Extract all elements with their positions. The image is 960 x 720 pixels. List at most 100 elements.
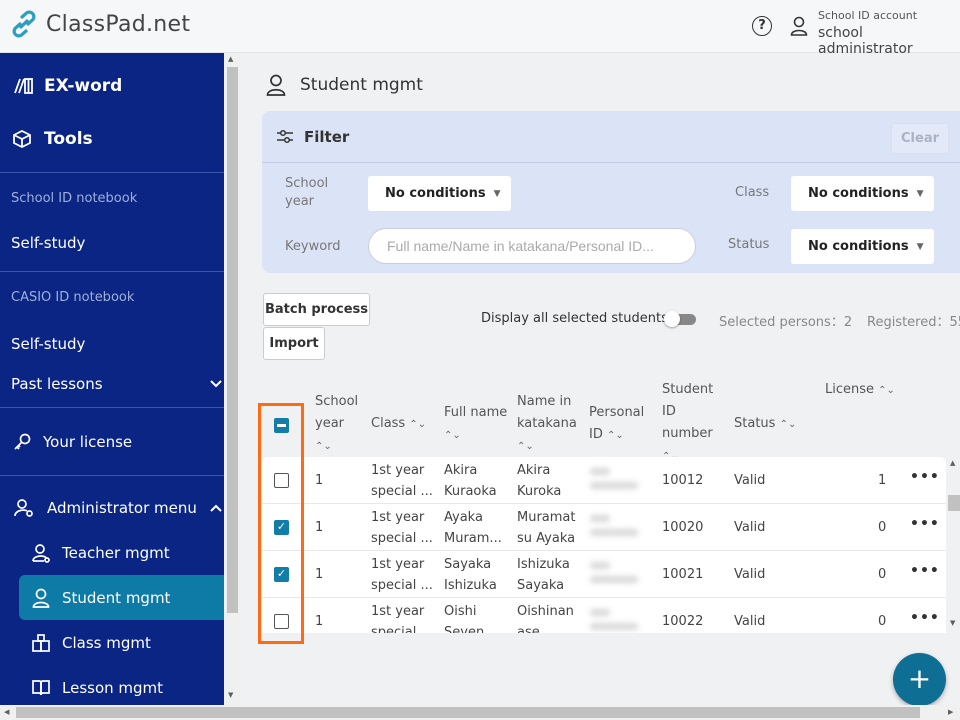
cell-status: Valid (734, 520, 766, 535)
table-row[interactable]: ✓ 1 1st year special ... Ayaka Muram... Mu… (262, 504, 946, 551)
row-menu-icon[interactable]: ••• (910, 469, 940, 485)
logo[interactable]: ClassPad.net (10, 10, 190, 38)
batch-process-button[interactable]: Batch process (263, 293, 370, 326)
class-select[interactable]: No conditions ▼ (791, 176, 934, 211)
cell-katakana: Akira Kuroka (517, 463, 562, 499)
scrollbar-thumb[interactable] (948, 495, 960, 511)
class-label: Class (735, 185, 770, 200)
filter-header[interactable]: Filter Clear (262, 111, 960, 163)
table-row[interactable]: 1 1st year special ... Oishi Seven Oishina… (262, 598, 946, 633)
column-header-school-year[interactable]: School year ⌃⌄ (315, 391, 365, 458)
table-row[interactable]: 1 1st year special ... Akira Kuraoka Akira… (262, 457, 946, 504)
column-header-license[interactable]: License ⌃⌄ (825, 379, 895, 402)
cell-personal-id-redacted (590, 562, 638, 590)
school-year-label: School year (285, 176, 329, 209)
book-icon (32, 680, 50, 696)
table-scrollbar[interactable]: ▲ ▼ (946, 457, 960, 633)
cell-class: 1st year special ... (371, 510, 433, 546)
sidebar-item-class-mgmt[interactable]: Class mgmt (0, 630, 224, 656)
sidebar-item-label: Administrator menu (47, 499, 197, 517)
cell-personal-id-redacted (590, 515, 638, 543)
cell-student-id: 10012 (662, 473, 704, 488)
classpad-logo-icon (12, 10, 36, 38)
school-year-value: No conditions (385, 186, 486, 201)
scroll-left-arrow-icon[interactable]: ◀ (4, 708, 9, 716)
sidebar-item-administrator-menu[interactable]: Administrator menu (0, 495, 224, 521)
sidebar-item-self-study-school[interactable]: Self-study (0, 231, 224, 255)
sort-icon: ⌃⌄ (409, 419, 427, 430)
page-title-text: Student mgmt (300, 75, 423, 95)
column-header-class[interactable]: Class ⌃⌄ (371, 413, 426, 436)
sidebar-item-label: Tools (44, 129, 93, 149)
dictionary-icon (14, 78, 33, 94)
select-all-checkbox[interactable] (274, 418, 289, 433)
sidebar-item-self-study-casio[interactable]: Self-study (0, 332, 224, 356)
divider (0, 407, 224, 408)
sidebar-item-tools[interactable]: Tools (0, 124, 224, 154)
row-checkbox[interactable]: ✓ (274, 567, 289, 582)
tools-box-icon (13, 129, 31, 149)
cell-license: 0 (878, 567, 887, 582)
import-button[interactable]: Import (263, 327, 325, 360)
account-icon[interactable] (790, 16, 808, 36)
cell-status: Valid (734, 567, 766, 582)
registered-count: Registered：55 (867, 315, 960, 330)
student-table: 1 1st year special ... Akira Kuraoka Akira… (262, 457, 946, 633)
sidebar-item-teacher-mgmt[interactable]: Teacher mgmt (0, 540, 224, 566)
keyword-input[interactable] (368, 228, 696, 264)
school-year-select[interactable]: No conditions ▼ (368, 176, 511, 211)
cell-katakana: Muramat su Ayaka (517, 510, 576, 546)
column-header-name-in-katakana[interactable]: Name in katakana ⌃⌄ (517, 391, 579, 458)
horizontal-scrollbar[interactable]: ◀ ▶ (0, 705, 960, 720)
status-value: No conditions (808, 239, 909, 254)
status-select[interactable]: No conditions ▼ (791, 229, 934, 264)
column-header-student-id-number[interactable]: Student ID number⌃⌄ (662, 379, 720, 468)
dropdown-caret-icon: ▼ (916, 188, 924, 199)
row-menu-icon[interactable]: ••• (910, 610, 940, 626)
cell-katakana: Ishizuka Sayaka (517, 557, 570, 593)
scrollbar-thumb[interactable] (16, 707, 920, 718)
class-value: No conditions (808, 186, 909, 201)
sidebar-item-lesson-mgmt[interactable]: Lesson mgmt (0, 675, 224, 701)
row-checkbox[interactable] (274, 614, 289, 629)
row-checkbox[interactable] (274, 473, 289, 488)
teacher-icon (32, 544, 50, 563)
sidebar-item-past-lessons[interactable]: Past lessons (0, 372, 224, 396)
row-menu-icon[interactable]: ••• (910, 563, 940, 579)
row-menu-icon[interactable]: ••• (910, 516, 940, 532)
user-icon (266, 74, 286, 96)
sidebar-item-ex-word[interactable]: EX-word (0, 71, 224, 101)
add-student-button[interactable]: + (893, 653, 946, 706)
cell-student-id: 10022 (662, 614, 704, 629)
top-bar: ClassPad.net ? School ID account school … (0, 0, 960, 57)
row-checkbox[interactable]: ✓ (274, 520, 289, 535)
sidebar-item-your-license[interactable]: Your license (0, 429, 224, 455)
table-row[interactable]: ✓ 1 1st year special ... Sayaka Ishizuka I… (262, 551, 946, 598)
column-header-status[interactable]: Status ⌃⌄ (734, 413, 796, 436)
help-icon[interactable]: ? (752, 16, 772, 36)
sidebar: EX-word Tools School ID notebook Self-st… (0, 53, 224, 705)
scrollbar-thumb[interactable] (227, 67, 238, 613)
dropdown-caret-icon: ▼ (916, 241, 924, 252)
cell-school-year: 1 (315, 567, 324, 582)
display-selected-toggle[interactable] (664, 311, 696, 327)
scroll-right-arrow-icon[interactable]: ▶ (948, 708, 953, 716)
scroll-up-arrow-icon[interactable]: ▲ (228, 55, 233, 63)
sidebar-scrollbar[interactable]: ▲ ▼ (224, 53, 240, 705)
chevron-down-icon[interactable] (210, 380, 222, 388)
sidebar-item-student-mgmt[interactable]: Student mgmt (0, 585, 224, 611)
column-header-personal-id[interactable]: Personal ID ⌃⌄ (589, 402, 649, 447)
scroll-down-arrow-icon[interactable]: ▼ (228, 691, 233, 699)
cell-full-name: Akira Kuraoka (444, 463, 497, 499)
sidebar-item-label: Class mgmt (62, 634, 151, 652)
clear-button[interactable]: Clear (891, 123, 949, 154)
cell-class: 1st year special ... (371, 557, 433, 593)
account-name[interactable]: school administrator (818, 25, 960, 57)
column-header-full-name[interactable]: Full name ⌃⌄ (444, 402, 510, 447)
scroll-up-arrow-icon[interactable]: ▲ (950, 459, 955, 467)
chevron-up-icon[interactable] (210, 504, 222, 512)
scroll-down-arrow-icon[interactable]: ▼ (950, 619, 955, 627)
selected-persons-count: Selected persons：2 (719, 315, 853, 330)
divider (0, 271, 224, 272)
cell-katakana: Oishinan ase (517, 604, 574, 633)
